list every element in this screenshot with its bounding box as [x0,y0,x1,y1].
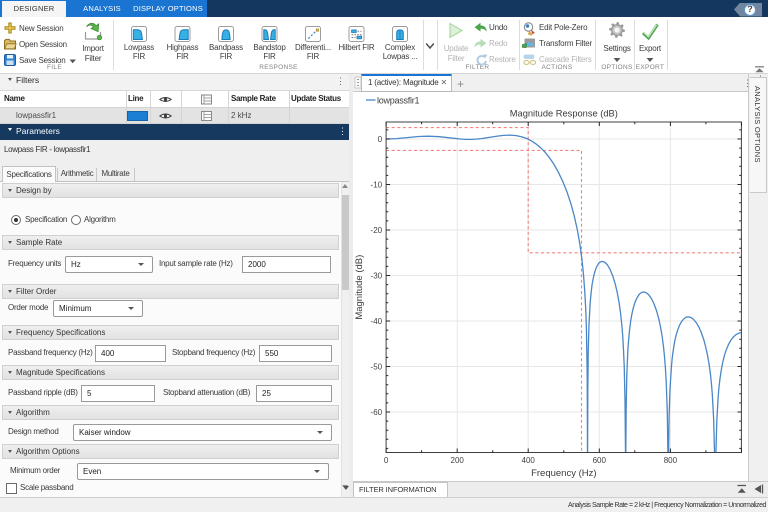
svg-text:-40: -40 [371,317,383,326]
svg-text:-20: -20 [371,226,383,235]
svg-text:800: 800 [664,456,678,465]
svg-text:-60: -60 [371,408,383,417]
svg-text:-30: -30 [371,272,383,281]
svg-text:lowpassfir1: lowpassfir1 [377,96,420,106]
svg-text:-50: -50 [371,363,383,372]
svg-text:0: 0 [384,456,389,465]
svg-text:600: 600 [593,456,607,465]
svg-text:Frequency (Hz): Frequency (Hz) [531,468,596,479]
svg-text:400: 400 [522,456,536,465]
svg-text:0: 0 [378,135,383,144]
svg-text:-10: -10 [371,181,383,190]
svg-text:200: 200 [451,456,465,465]
svg-text:Magnitude Response (dB): Magnitude Response (dB) [510,109,618,119]
svg-text:Magnitude (dB): Magnitude (dB) [354,255,365,320]
